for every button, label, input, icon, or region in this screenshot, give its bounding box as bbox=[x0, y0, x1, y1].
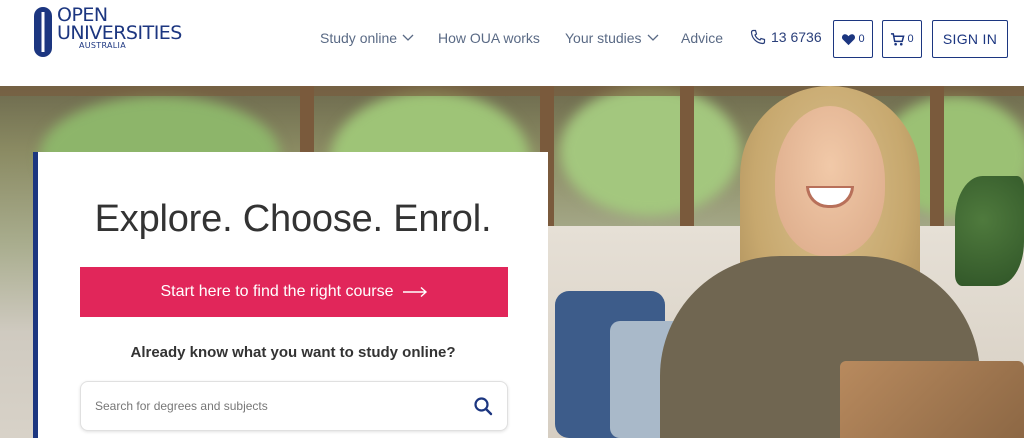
search-input[interactable]: Search for degrees and subjects bbox=[95, 399, 473, 413]
phone-link[interactable]: 13 6736 bbox=[750, 29, 822, 45]
nav-advice-label: Advice bbox=[681, 30, 724, 46]
search-prompt: Already know what you want to study onli… bbox=[130, 344, 456, 361]
nav-how-oua-works-label: How OUA works bbox=[438, 30, 540, 46]
search-icon[interactable] bbox=[473, 396, 493, 416]
chevron-down-icon bbox=[402, 34, 414, 41]
nav-your-studies-label: Your studies bbox=[565, 30, 642, 46]
chevron-down-icon bbox=[647, 34, 659, 41]
nav-study-online[interactable]: Study online bbox=[320, 30, 414, 46]
phone-number: 13 6736 bbox=[771, 29, 822, 45]
find-course-label: Start here to find the right course bbox=[160, 283, 394, 300]
phone-icon bbox=[750, 29, 766, 45]
logo-wordmark: OPEN UNIVERSITIES AUSTRALIA bbox=[57, 6, 182, 50]
arrow-right-icon bbox=[402, 286, 427, 298]
nav-your-studies[interactable]: Your studies bbox=[565, 30, 659, 46]
sign-in-button[interactable]: SIGN IN bbox=[932, 20, 1008, 58]
nav-study-online-label: Study online bbox=[320, 30, 398, 46]
oua-logo[interactable]: OPEN UNIVERSITIES AUSTRALIA bbox=[33, 6, 182, 58]
heart-icon bbox=[842, 33, 856, 45]
favourites-button[interactable]: 0 bbox=[833, 20, 873, 58]
cart-button[interactable]: 0 bbox=[882, 20, 922, 58]
cart-count: 0 bbox=[907, 33, 914, 45]
site-header: OPEN UNIVERSITIES AUSTRALIA Study online… bbox=[0, 0, 1024, 86]
nav-how-oua-works[interactable]: How OUA works bbox=[438, 30, 540, 46]
cart-icon bbox=[891, 32, 906, 45]
nav-advice[interactable]: Advice bbox=[681, 30, 723, 46]
hero-card: Explore. Choose. Enrol. Start here to fi… bbox=[33, 152, 548, 438]
search-box[interactable]: Search for degrees and subjects bbox=[80, 381, 508, 431]
hero-title: Explore. Choose. Enrol. bbox=[94, 198, 492, 240]
logo-line-universities: UNIVERSITIES bbox=[57, 22, 182, 44]
logo-mark-icon bbox=[34, 7, 52, 57]
favourites-count: 0 bbox=[858, 33, 865, 45]
find-course-button[interactable]: Start here to find the right course bbox=[80, 267, 508, 317]
